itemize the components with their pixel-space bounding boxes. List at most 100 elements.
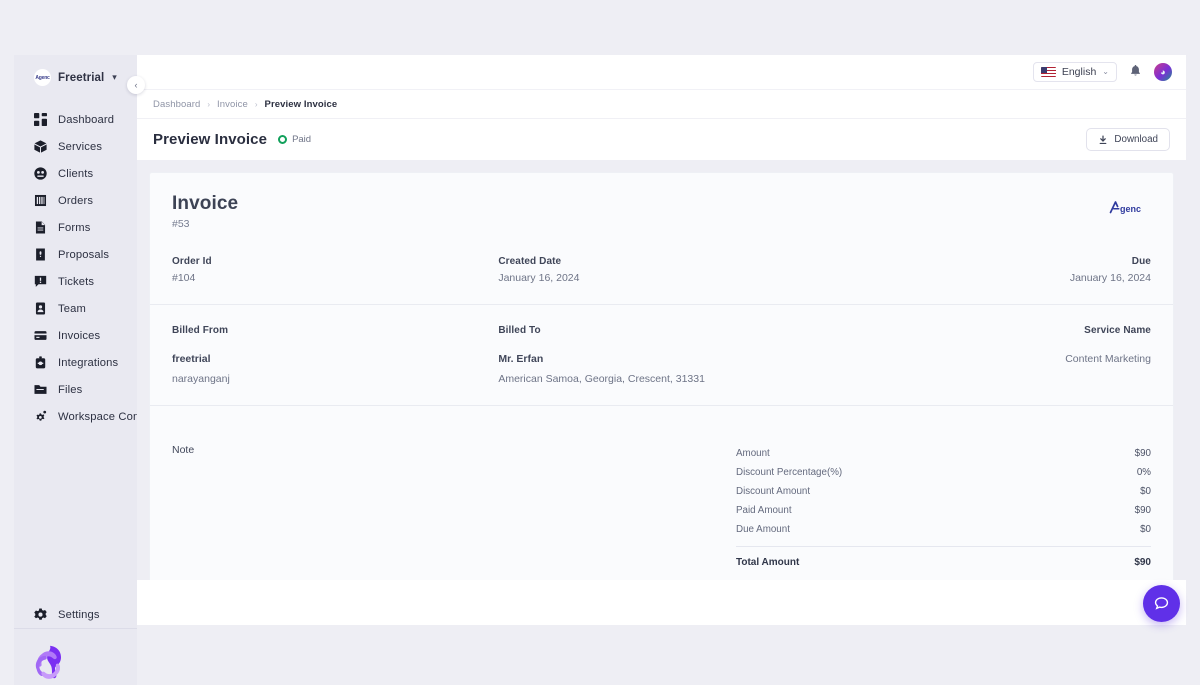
grand-total-label: Total Amount <box>736 557 799 568</box>
language-label: English <box>1062 66 1096 78</box>
sidebar-item-label: Services <box>58 141 102 153</box>
service-name-label: Service Name <box>825 325 1151 336</box>
breadcrumb: Dashboard › Invoice › Preview Invoice <box>137 89 1186 118</box>
app-root: Agenc Freetrial ▾ Dashboard Services <box>0 0 1200 685</box>
breadcrumb-item-dashboard[interactable]: Dashboard <box>153 99 200 110</box>
meta-value: January 16, 2024 <box>498 272 824 284</box>
invoice-meta-created-date: Created Date January 16, 2024 <box>498 256 824 284</box>
grand-total-line: Total Amount $90 <box>736 546 1151 572</box>
tickets-icon <box>34 275 47 288</box>
files-icon <box>34 383 47 396</box>
sidebar-item-label: Dashboard <box>58 114 114 126</box>
breadcrumb-item-preview-invoice: Preview Invoice <box>265 99 338 110</box>
sidebar-item-label: Team <box>58 303 86 315</box>
chevron-down-icon: ⌄ <box>1102 68 1109 76</box>
meta-label: Created Date <box>498 256 824 267</box>
invoice-card: Invoice #53 genc <box>149 172 1174 580</box>
total-label: Due Amount <box>736 524 790 535</box>
billed-from-address: narayanganj <box>172 373 498 385</box>
workspace-logo-icon: Agenc <box>34 69 51 86</box>
service-name-block: Service Name Content Marketing <box>825 325 1151 385</box>
totals-table: Amount $90 Discount Percentage(%) 0% Dis… <box>736 444 1151 572</box>
sidebar-item-files[interactable]: Files <box>14 376 137 403</box>
sidebar-item-invoices[interactable]: Invoices <box>14 322 137 349</box>
service-name-value: Content Marketing <box>825 353 1151 365</box>
billed-to-block: Billed To Mr. Erfan American Samoa, Geor… <box>498 325 824 385</box>
integrations-icon <box>34 356 47 369</box>
total-value: $0 <box>1140 524 1151 535</box>
billed-from-block: Billed From freetrial narayanganj <box>172 325 498 385</box>
sidebar-item-workspace-config[interactable]: Workspace Config <box>14 403 137 430</box>
avatar[interactable]: ◕ <box>1154 63 1172 81</box>
workspace-name: Freetrial <box>58 72 104 84</box>
sidebar-item-tickets[interactable]: Tickets <box>14 268 137 295</box>
download-label: Download <box>1114 134 1158 145</box>
grand-total-value: $90 <box>1134 557 1151 568</box>
invoice-header-section: Invoice #53 genc <box>150 173 1173 304</box>
total-label: Paid Amount <box>736 505 792 516</box>
chevron-left-icon: ‹ <box>135 80 138 90</box>
sidebar-item-clients[interactable]: Clients <box>14 160 137 187</box>
total-value: $90 <box>1135 448 1151 459</box>
chevron-down-icon: ▾ <box>112 73 117 82</box>
total-line: Amount $90 <box>736 444 1151 463</box>
note-and-totals-row: Note Amount $90 Discount Percentage(%) 0… <box>172 426 1151 572</box>
sidebar-item-services[interactable]: Services <box>14 133 137 160</box>
dashboard-icon <box>34 113 47 126</box>
total-line: Paid Amount $90 <box>736 501 1151 520</box>
breadcrumb-item-invoice[interactable]: Invoice <box>217 99 248 110</box>
sidebar-item-label: Proposals <box>58 249 109 261</box>
total-line: Discount Amount $0 <box>736 482 1151 501</box>
workspace-config-icon <box>34 410 47 423</box>
chat-button[interactable] <box>1143 585 1180 622</box>
sidebar-item-label: Clients <box>58 168 93 180</box>
language-selector[interactable]: English ⌄ <box>1033 62 1117 82</box>
meta-value: #104 <box>172 272 498 284</box>
download-button[interactable]: Download <box>1086 128 1170 151</box>
sidebar-item-orders[interactable]: Orders <box>14 187 137 214</box>
sidebar-item-label: Files <box>58 384 82 396</box>
billed-to-address: American Samoa, Georgia, Crescent, 31331 <box>498 373 824 385</box>
clients-icon <box>34 167 47 180</box>
invoice-meta-due: Due January 16, 2024 <box>825 256 1151 284</box>
sidebar-item-settings[interactable]: Settings <box>14 601 137 628</box>
sidebar-item-dashboard[interactable]: Dashboard <box>14 106 137 133</box>
meta-label: Due <box>825 256 1151 267</box>
total-value: $90 <box>1135 505 1151 516</box>
total-value: 0% <box>1137 467 1151 478</box>
page-title: Preview Invoice <box>153 131 267 148</box>
bell-icon[interactable] <box>1129 64 1142 80</box>
sidebar: Agenc Freetrial ▾ Dashboard Services <box>14 55 137 685</box>
billed-from-name: freetrial <box>172 353 498 365</box>
invoice-billing-section: Billed From freetrial narayanganj Billed… <box>150 304 1173 405</box>
total-value: $0 <box>1140 486 1151 497</box>
sidebar-item-integrations[interactable]: Integrations <box>14 349 137 376</box>
sidebar-collapse-button[interactable]: ‹ <box>127 76 145 94</box>
invoice-title-block: Invoice #53 <box>172 193 238 230</box>
svg-text:genc: genc <box>1120 204 1141 214</box>
orders-icon <box>34 194 47 207</box>
sidebar-item-team[interactable]: Team <box>14 295 137 322</box>
total-label: Discount Percentage(%) <box>736 467 842 478</box>
avatar-glyph: ◕ <box>1160 68 1165 77</box>
sidebar-bottom: Settings <box>14 601 137 685</box>
download-icon <box>1098 135 1108 145</box>
sidebar-item-label: Forms <box>58 222 90 234</box>
billed-to-label: Billed To <box>498 325 824 336</box>
sidebar-item-label: Invoices <box>58 330 100 342</box>
invoice-brand-logo: genc <box>1109 193 1151 221</box>
sidebar-item-proposals[interactable]: Proposals <box>14 241 137 268</box>
total-line: Discount Percentage(%) 0% <box>736 463 1151 482</box>
forms-icon <box>34 221 47 234</box>
app-logo <box>14 629 137 685</box>
sidebar-item-label: Orders <box>58 195 93 207</box>
workspace-switcher[interactable]: Agenc Freetrial ▾ <box>14 55 137 98</box>
us-flag-icon <box>1041 67 1056 77</box>
invoice-totals-section: Note Amount $90 Discount Percentage(%) 0… <box>150 405 1173 580</box>
box-icon <box>34 140 47 153</box>
sidebar-item-forms[interactable]: Forms <box>14 214 137 241</box>
sidebar-item-label: Tickets <box>58 276 94 288</box>
invoice-number: #53 <box>172 218 238 230</box>
status-circle-icon <box>278 135 287 144</box>
invoice-meta-row: Order Id #104 Created Date January 16, 2… <box>172 256 1151 284</box>
